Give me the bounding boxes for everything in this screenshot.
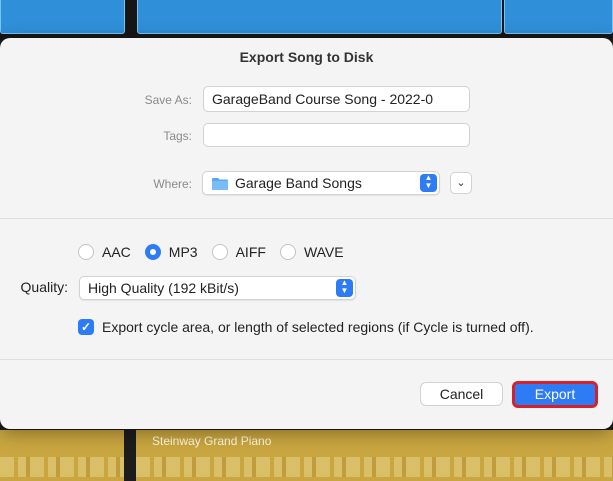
radio-label: MP3 <box>168 244 198 260</box>
tags-label: Tags: <box>163 129 192 143</box>
midi-region-steinway[interactable]: Steinway Grand Piano <box>136 430 613 481</box>
expand-chevron-button[interactable]: ⌄ <box>450 172 472 194</box>
save-as-label: Save As: <box>144 93 192 107</box>
radio-button[interactable] <box>211 244 228 260</box>
quality-value: High Quality (192 kBit/s) <box>88 280 239 296</box>
audio-region[interactable] <box>0 0 125 34</box>
where-popup[interactable]: Garage Band Songs ▲ ▼ <box>202 171 440 195</box>
export-button[interactable]: Export <box>512 381 598 408</box>
radio-option-aiff[interactable]: AIFF <box>211 244 266 260</box>
tags-field[interactable] <box>203 123 470 147</box>
midi-notes <box>136 457 613 477</box>
popup-stepper-icon: ▲ ▼ <box>420 174 437 192</box>
quality-popup[interactable]: High Quality (192 kBit/s) ▲ ▼ <box>79 276 356 300</box>
radio-option-wave[interactable]: WAVE <box>279 244 344 260</box>
audio-region[interactable] <box>504 0 613 34</box>
region-label: Steinway Grand Piano <box>152 434 272 448</box>
quality-label: Quality: <box>20 279 68 295</box>
radio-button-selected[interactable] <box>144 244 161 260</box>
format-radio-group: AAC MP3 AIFF WAVE <box>78 244 358 260</box>
where-label: Where: <box>153 177 192 191</box>
export-dialog: Export Song to Disk Save As: GarageBand … <box>0 38 613 429</box>
audio-region[interactable] <box>137 0 502 34</box>
radio-label: AAC <box>102 244 131 260</box>
radio-button[interactable] <box>279 244 296 260</box>
popup-stepper-icon: ▲ ▼ <box>336 279 353 297</box>
radio-label: AIFF <box>235 244 266 260</box>
where-value: Garage Band Songs <box>235 175 362 191</box>
radio-option-aac[interactable]: AAC <box>78 244 131 260</box>
divider <box>0 218 613 219</box>
top-track-lane <box>0 0 613 40</box>
export-cycle-checkbox[interactable]: ✓ <box>78 319 94 335</box>
radio-button[interactable] <box>78 244 94 260</box>
dialog-title: Export Song to Disk <box>239 49 374 65</box>
radio-option-mp3[interactable]: MP3 <box>144 244 198 260</box>
folder-icon <box>212 178 228 190</box>
midi-region[interactable] <box>0 430 124 481</box>
divider <box>0 359 613 360</box>
export-cycle-label: Export cycle area, or length of selected… <box>102 319 534 335</box>
save-as-field[interactable]: GarageBand Course Song - 2022-0 <box>203 86 470 112</box>
radio-label: WAVE <box>303 244 344 260</box>
chevron-down-icon: ⌄ <box>456 177 466 189</box>
midi-notes <box>0 457 124 477</box>
cancel-button[interactable]: Cancel <box>420 382 503 406</box>
